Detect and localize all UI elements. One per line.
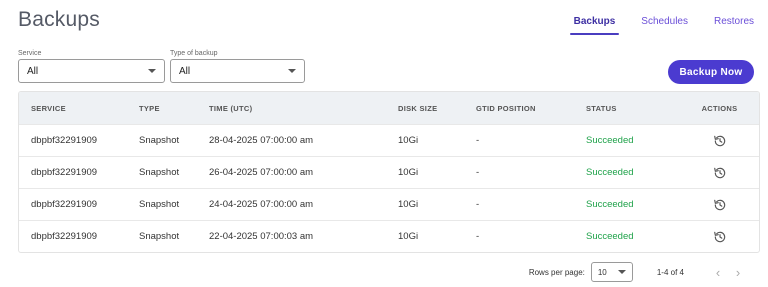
tab-restores[interactable]: Restores bbox=[714, 16, 754, 33]
cell-disk-size: 10Gi bbox=[398, 231, 419, 242]
pagination: Rows per page: 10 1-4 of 4 ‹ › bbox=[529, 262, 748, 282]
column-header-actions: ACTIONS bbox=[701, 103, 738, 113]
cell-type: Snapshot bbox=[139, 199, 180, 210]
table-header: SERVICE TYPE TIME (UTC) DISK SIZE GTID P… bbox=[19, 92, 759, 124]
status-badge: Succeeded bbox=[586, 199, 634, 210]
rows-per-page-value: 10 bbox=[597, 267, 607, 277]
service-select-value: All bbox=[27, 65, 39, 77]
cell-disk-size: 10Gi bbox=[398, 199, 419, 210]
cell-actions bbox=[680, 134, 759, 148]
cell-disk-size: 10Gi bbox=[398, 135, 419, 146]
cell-gtid: - bbox=[476, 167, 480, 178]
type-filter: Type of backup All bbox=[170, 50, 305, 83]
chevron-down-icon bbox=[288, 69, 296, 73]
column-header-service: SERVICE bbox=[31, 103, 66, 113]
service-filter: Service All bbox=[18, 50, 165, 83]
status-badge: Succeeded bbox=[586, 135, 634, 146]
chevron-left-icon[interactable]: ‹ bbox=[708, 265, 728, 280]
table-row: dbpbf32291909 Snapshot 22-04-2025 07:00:… bbox=[19, 220, 759, 252]
chevron-down-icon bbox=[617, 270, 626, 274]
cell-time: 24-04-2025 07:00:00 am bbox=[209, 199, 314, 210]
tab-bar: Backups Schedules Restores bbox=[569, 16, 754, 35]
cell-service: dbpbf32291909 bbox=[31, 135, 98, 146]
cell-service: dbpbf32291909 bbox=[31, 167, 98, 178]
cell-actions bbox=[680, 198, 759, 212]
cell-gtid: - bbox=[476, 135, 480, 146]
chevron-down-icon bbox=[148, 69, 156, 73]
status-badge: Succeeded bbox=[586, 231, 634, 242]
column-header-time: TIME (UTC) bbox=[209, 103, 253, 113]
restore-icon[interactable] bbox=[713, 230, 727, 244]
table-row: dbpbf32291909 Snapshot 26-04-2025 07:00:… bbox=[19, 156, 759, 188]
tab-schedules[interactable]: Schedules bbox=[641, 16, 688, 33]
cell-disk-size: 10Gi bbox=[398, 167, 419, 178]
restore-icon[interactable] bbox=[713, 198, 727, 212]
cell-gtid: - bbox=[476, 231, 480, 242]
cell-actions bbox=[680, 230, 759, 244]
service-select[interactable]: All bbox=[18, 59, 165, 83]
rows-per-page-label: Rows per page: bbox=[528, 267, 585, 277]
table-row: dbpbf32291909 Snapshot 24-04-2025 07:00:… bbox=[19, 188, 759, 220]
service-filter-label: Service bbox=[18, 50, 42, 57]
type-filter-label: Type of backup bbox=[170, 50, 218, 57]
cell-gtid: - bbox=[476, 199, 480, 210]
column-header-gtid: GTID POSITION bbox=[476, 103, 536, 113]
cell-time: 28-04-2025 07:00:00 am bbox=[209, 135, 314, 146]
restore-icon[interactable] bbox=[713, 166, 727, 180]
page-title: Backups bbox=[18, 8, 100, 31]
cell-type: Snapshot bbox=[139, 231, 180, 242]
table-row: dbpbf32291909 Snapshot 28-04-2025 07:00:… bbox=[19, 124, 759, 156]
type-select-value: All bbox=[179, 65, 191, 77]
cell-time: 26-04-2025 07:00:00 am bbox=[209, 167, 314, 178]
chevron-right-icon[interactable]: › bbox=[728, 265, 748, 280]
cell-type: Snapshot bbox=[139, 167, 180, 178]
cell-type: Snapshot bbox=[139, 135, 180, 146]
cell-service: dbpbf32291909 bbox=[31, 199, 98, 210]
cell-time: 22-04-2025 07:00:03 am bbox=[209, 231, 314, 242]
column-header-status: STATUS bbox=[586, 103, 617, 113]
column-header-disk-size: DISK SIZE bbox=[398, 103, 438, 113]
pagination-range: 1-4 of 4 bbox=[656, 267, 684, 277]
status-badge: Succeeded bbox=[586, 167, 634, 178]
backup-now-button[interactable]: Backup Now bbox=[668, 60, 754, 84]
rows-per-page-select[interactable]: 10 bbox=[590, 262, 633, 282]
restore-icon[interactable] bbox=[713, 134, 727, 148]
column-header-type: TYPE bbox=[139, 103, 160, 113]
cell-actions bbox=[680, 166, 759, 180]
tab-backups[interactable]: Backups bbox=[569, 16, 619, 35]
cell-service: dbpbf32291909 bbox=[31, 231, 98, 242]
type-select[interactable]: All bbox=[170, 59, 305, 83]
backups-table: SERVICE TYPE TIME (UTC) DISK SIZE GTID P… bbox=[18, 91, 760, 253]
